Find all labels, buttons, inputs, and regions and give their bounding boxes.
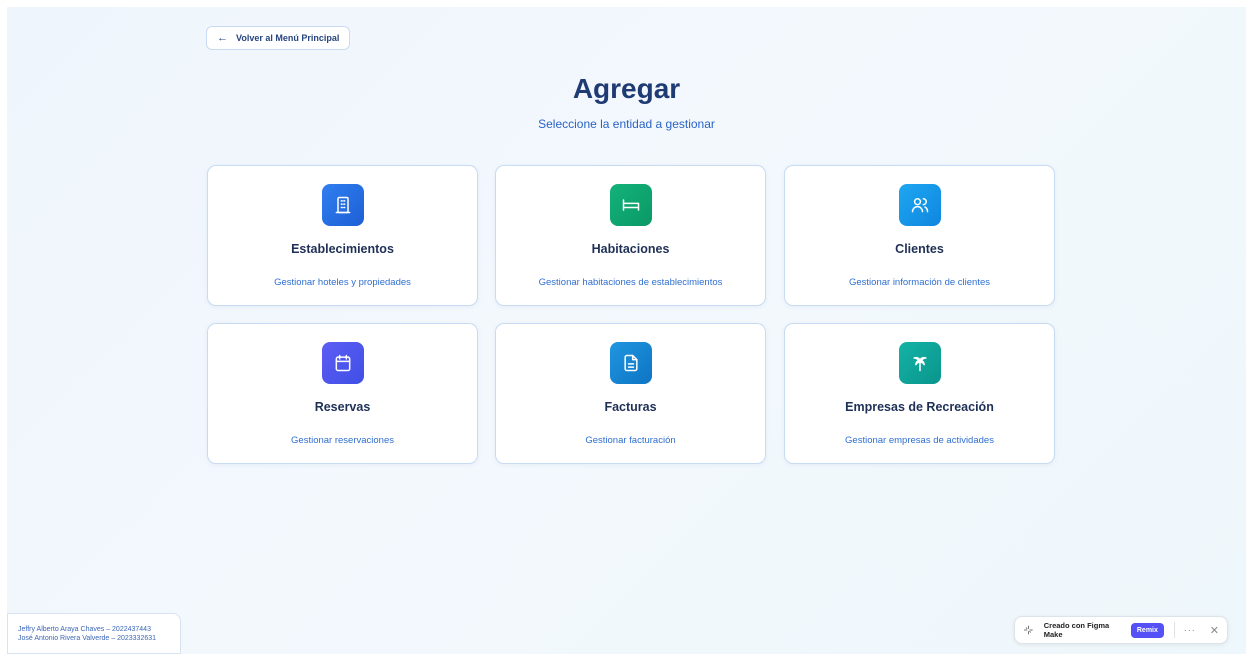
card-habitaciones[interactable]: Habitaciones Gestionar habitaciones de e…	[495, 165, 766, 306]
card-description: Gestionar habitaciones de establecimient…	[538, 277, 723, 288]
close-icon[interactable]: ✕	[1210, 624, 1219, 637]
card-reservas[interactable]: Reservas Gestionar reservaciones	[207, 323, 478, 464]
more-options-icon[interactable]: ···	[1184, 625, 1196, 635]
page-title: Agregar	[572, 73, 681, 104]
card-description: Gestionar hoteles y propiedades	[274, 277, 411, 288]
card-title: Facturas	[604, 400, 657, 414]
card-title: Reservas	[314, 400, 371, 414]
card-title: Habitaciones	[591, 242, 670, 256]
page-subtitle: Seleccione la entidad a gestionar	[538, 117, 715, 131]
sparkle-icon	[1023, 625, 1033, 635]
card-clientes[interactable]: Clientes Gestionar información de client…	[784, 165, 1055, 306]
card-empresas-recreacion[interactable]: Empresas de Recreación Gestionar empresa…	[784, 323, 1055, 464]
users-icon	[899, 184, 941, 226]
card-establecimientos[interactable]: Establecimientos Gestionar hoteles y pro…	[207, 165, 478, 306]
card-description: Gestionar empresas de actividades	[845, 435, 994, 446]
card-title: Establecimientos	[291, 242, 394, 256]
bed-icon	[610, 184, 652, 226]
card-title: Clientes	[895, 242, 944, 256]
palm-tree-icon	[899, 342, 941, 384]
card-title: Empresas de Recreación	[845, 400, 994, 414]
card-description: Gestionar reservaciones	[291, 435, 394, 446]
divider	[1173, 622, 1175, 638]
credit-line: José Antonio Rivera Valverde – 202333263…	[18, 635, 157, 642]
credits-box: Jeffry Alberto Araya Chaves – 2022437443…	[7, 613, 181, 654]
file-text-icon	[610, 342, 652, 384]
card-description: Gestionar información de clientes	[849, 277, 990, 288]
figma-make-label: Creado con Figma Make	[1043, 621, 1110, 639]
back-button-label: Volver al Menú Principal	[236, 33, 340, 43]
page: ← Volver al Menú Principal Agregar Selec…	[7, 7, 1246, 654]
back-to-main-menu-button[interactable]: ← Volver al Menú Principal	[206, 26, 351, 50]
card-facturas[interactable]: Facturas Gestionar facturación	[495, 323, 766, 464]
building-icon	[322, 184, 364, 226]
credit-line: Jeffry Alberto Araya Chaves – 2022437443	[18, 626, 151, 633]
card-description: Gestionar facturación	[585, 435, 676, 446]
arrow-left-icon: ←	[217, 31, 228, 44]
remix-button[interactable]: Remix	[1130, 622, 1164, 638]
calendar-icon	[322, 342, 364, 384]
figma-make-badge: Creado con Figma Make Remix ··· ✕	[1014, 616, 1228, 644]
